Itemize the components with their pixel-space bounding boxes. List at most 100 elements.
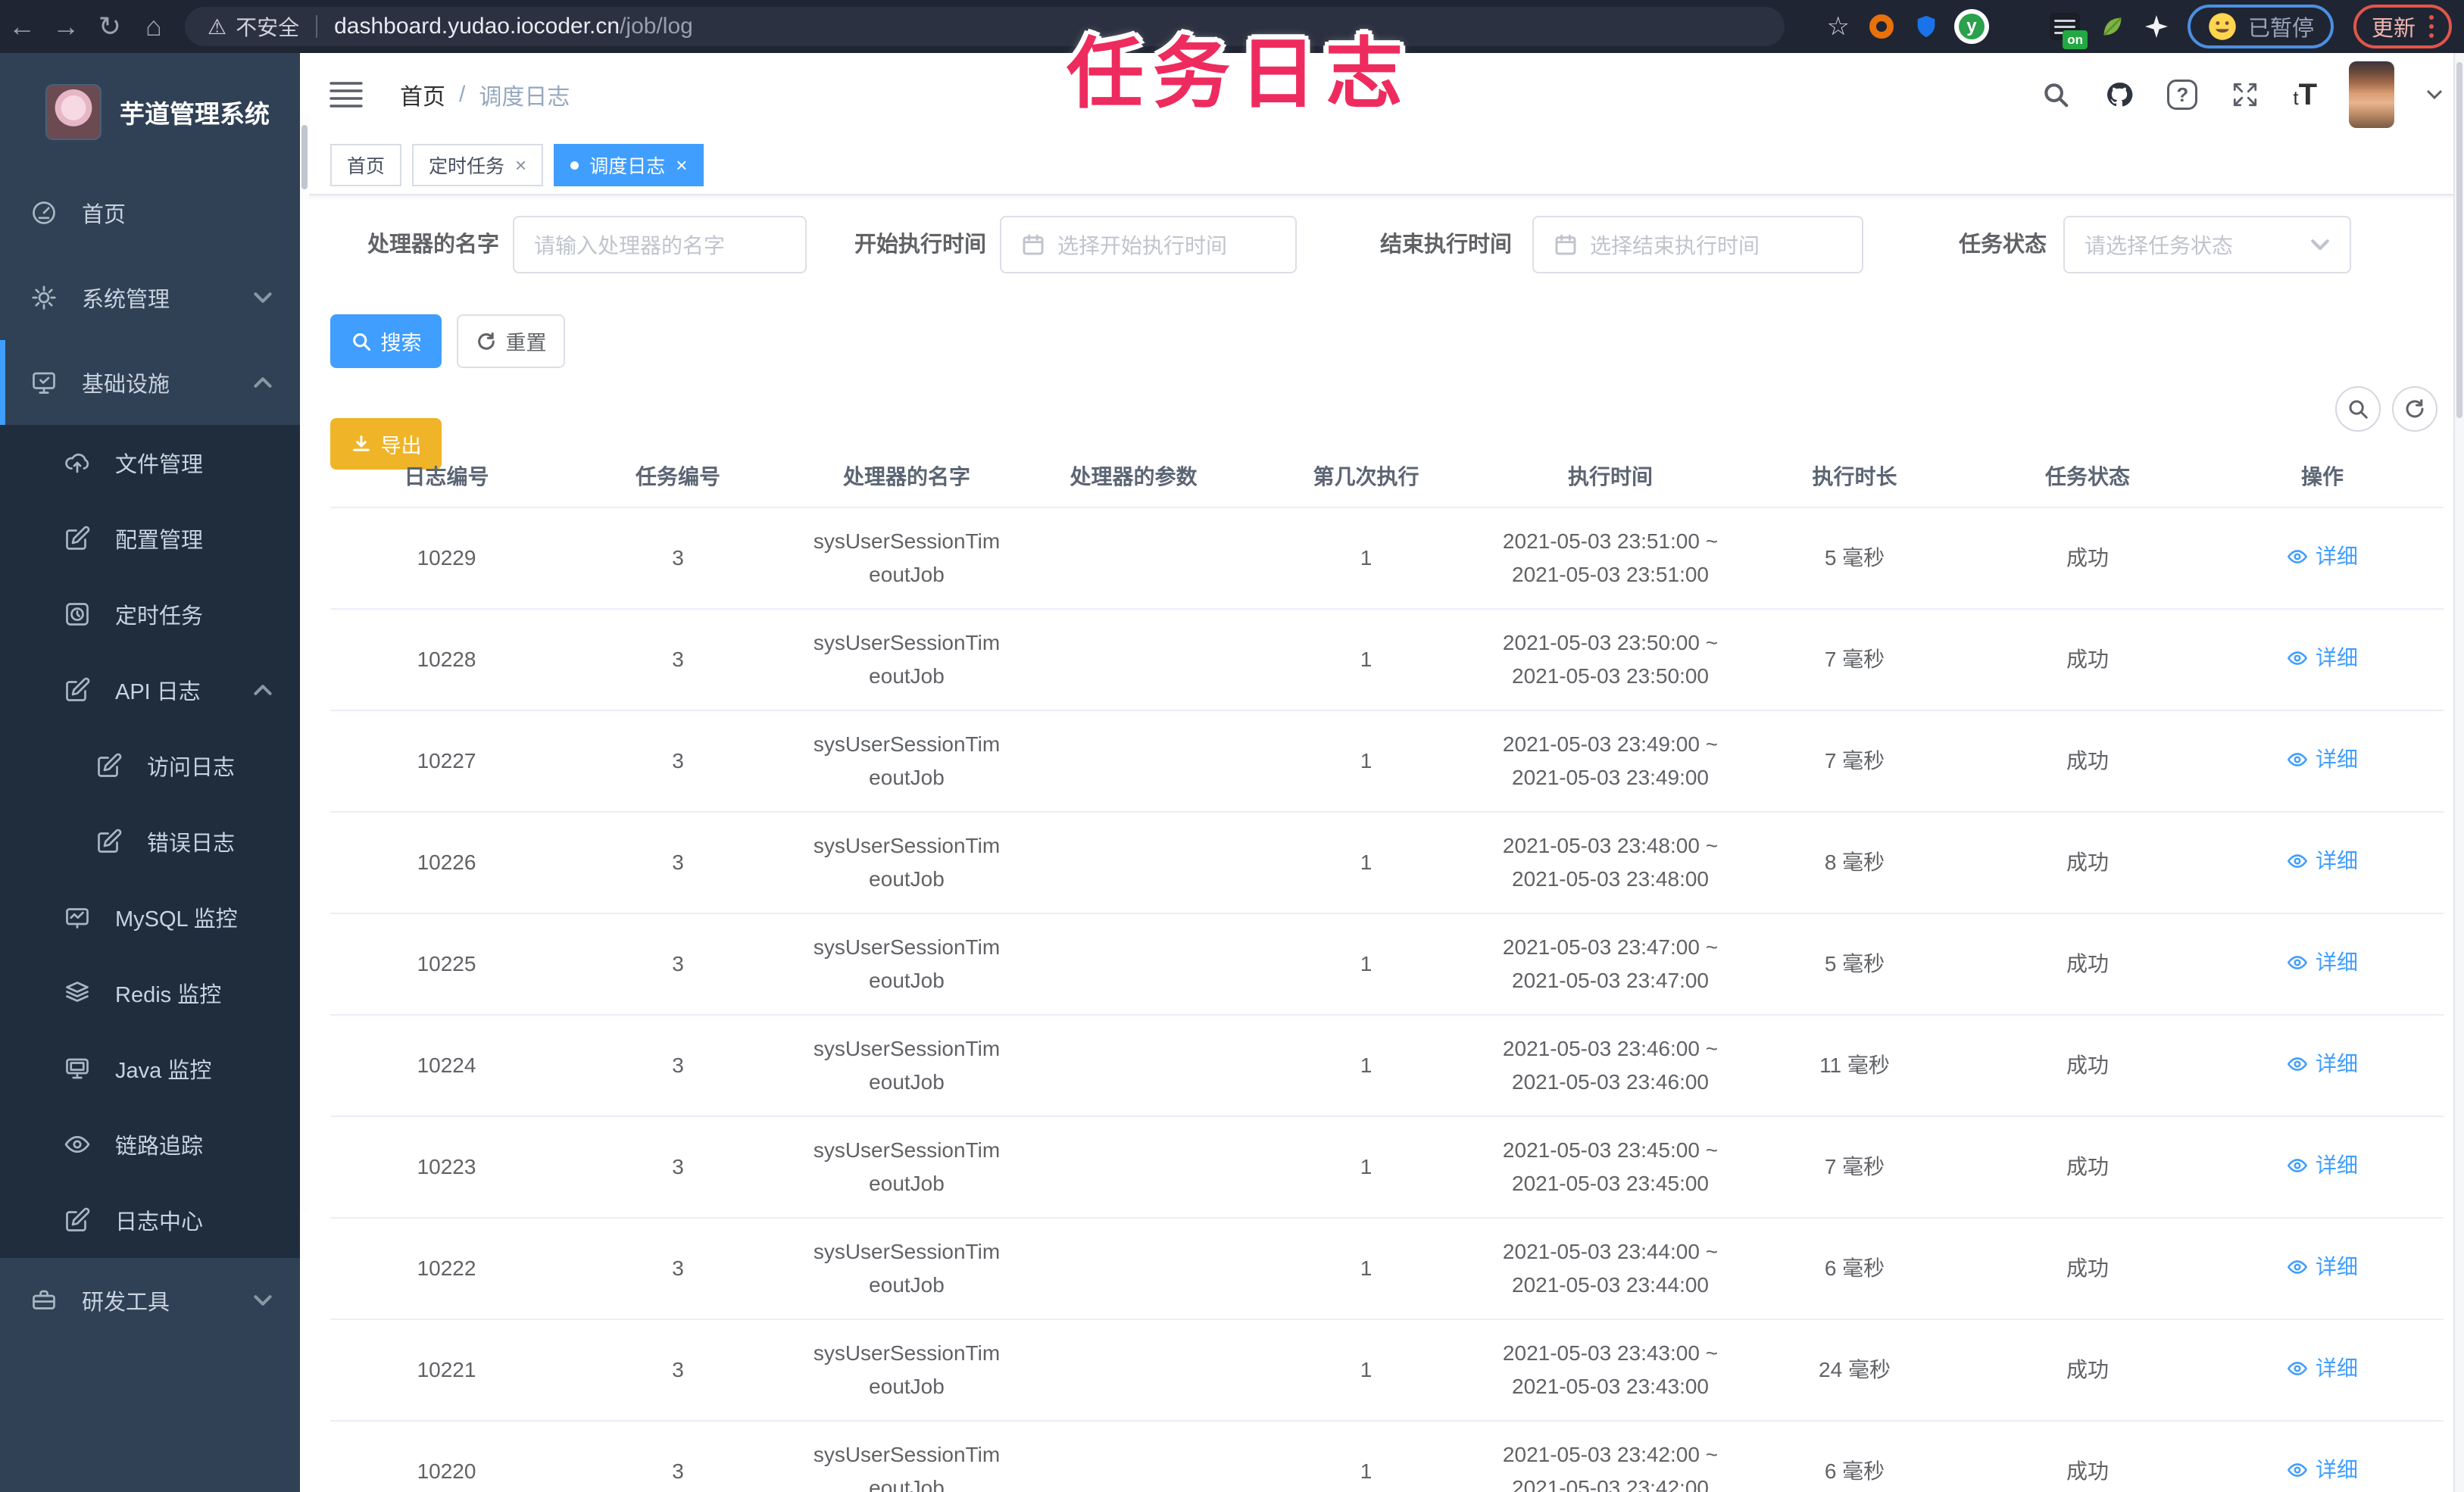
browser-home-icon[interactable]: ⌂ xyxy=(132,0,176,53)
caret-down-icon[interactable] xyxy=(2426,89,2443,100)
sidebar-item-config-management[interactable]: 配置管理 xyxy=(0,501,300,576)
search-button[interactable]: 搜索 xyxy=(330,314,442,368)
cell-job-id: 3 xyxy=(672,1155,684,1178)
reset-button-label: 重置 xyxy=(505,332,547,354)
detail-link[interactable]: 详细 xyxy=(2287,743,2358,776)
sidebar-item-label: 基础设施 xyxy=(82,373,170,397)
extension-green-icon[interactable]: y xyxy=(1958,14,1985,39)
sidebar-item-access-log[interactable]: 访问日志 xyxy=(0,728,300,804)
eye-icon xyxy=(2287,1259,2308,1274)
sidebar-item-mysql-monitor[interactable]: MySQL 监控 xyxy=(0,879,300,955)
extension-shield-icon[interactable] xyxy=(1913,13,1939,40)
end-time-picker[interactable]: 选择结束执行时间 xyxy=(1532,216,1863,273)
sidebar-item-log-center[interactable]: 日志中心 xyxy=(0,1182,300,1258)
sidebar-scrollbar[interactable] xyxy=(300,114,309,1212)
sidebar-item-tracing[interactable]: 链路追踪 xyxy=(0,1107,300,1182)
detail-link[interactable]: 详细 xyxy=(2287,1453,2358,1487)
extension-on-icon[interactable]: on xyxy=(2049,13,2088,49)
update-button[interactable]: 更新 xyxy=(2353,5,2452,48)
edit-icon xyxy=(95,752,123,779)
begin-time-picker[interactable]: 选择开始执行时间 xyxy=(1000,216,1297,273)
search-icon[interactable] xyxy=(2040,79,2072,111)
font-size-icon[interactable]: tT xyxy=(2293,78,2317,112)
job-status-select[interactable]: 请选择任务状态 xyxy=(2063,216,2351,273)
toggle-search-button[interactable] xyxy=(2335,386,2381,432)
navbar-tools: ? tT xyxy=(2040,53,2443,136)
tag-scheduled-jobs[interactable]: 定时任务 × xyxy=(412,144,544,186)
cell-status: 成功 xyxy=(2066,749,2109,773)
sidebar-item-file-management[interactable]: 文件管理 xyxy=(0,425,300,501)
eye-icon xyxy=(64,1131,91,1158)
address-bar[interactable]: ⚠ 不安全 dashboard.yudao.iocoder.cn /job/lo… xyxy=(185,7,1785,46)
app-logo-row[interactable]: 芋道管理系统 xyxy=(0,53,300,170)
sidebar-item-system[interactable]: 系统管理 xyxy=(0,255,300,340)
table-row: 10227 3 sysUserSessionTim eoutJob 1 2021-05-0… xyxy=(330,711,2444,813)
table-row: 10223 3 sysUserSessionTim eoutJob 1 2021-05-0… xyxy=(330,1117,2444,1219)
sidebar-item-scheduled-jobs[interactable]: 定时任务 xyxy=(0,576,300,652)
browser-forward-icon[interactable]: → xyxy=(44,0,88,53)
cell-execute-index: 1 xyxy=(1360,648,1373,671)
column-header: 日志编号 xyxy=(404,465,489,488)
column-header: 操作 xyxy=(2300,465,2344,488)
paused-label: 已暂停 xyxy=(2247,17,2314,41)
refresh-icon xyxy=(2406,399,2424,418)
extension-pin-icon[interactable] xyxy=(2144,15,2168,38)
tag-label: 首页 xyxy=(347,156,386,177)
refresh-table-button[interactable] xyxy=(2392,386,2437,432)
eye-icon xyxy=(2287,1057,2308,1071)
cell-actions: 详细 xyxy=(2201,1149,2444,1186)
bookmark-star-icon[interactable]: ☆ xyxy=(1826,11,1849,42)
eye-icon xyxy=(2287,1158,2308,1172)
app-logo xyxy=(45,83,101,140)
sidebar-item-java-monitor[interactable]: Java 监控 xyxy=(0,1031,300,1107)
browser-back-icon[interactable]: ← xyxy=(0,0,44,53)
handler-name-input[interactable]: 请输入处理器的名字 xyxy=(513,216,807,273)
detail-link[interactable]: 详细 xyxy=(2287,1352,2358,1385)
breadcrumb-home[interactable]: 首页 xyxy=(400,78,445,111)
page-scrollbar[interactable] xyxy=(2453,53,2464,1492)
help-icon[interactable]: ? xyxy=(2167,80,2198,110)
extension-leaf-icon[interactable] xyxy=(2100,14,2125,39)
detail-link[interactable]: 详细 xyxy=(2287,1047,2358,1081)
sidebar-item-home[interactable]: 首页 xyxy=(0,170,300,255)
extension-grid-icon[interactable] xyxy=(2004,14,2030,39)
detail-link[interactable]: 详细 xyxy=(2287,946,2358,979)
cell-status: 成功 xyxy=(2066,648,2109,671)
hamburger-icon[interactable] xyxy=(329,80,364,109)
sidebar-item-redis-monitor[interactable]: Redis 监控 xyxy=(0,955,300,1031)
sidebar-item-api-log[interactable]: API 日志 xyxy=(0,652,300,728)
cell-handler-name: sysUserSessionTim eoutJob xyxy=(813,834,1001,891)
cell-status: 成功 xyxy=(2066,952,2109,975)
tag-home[interactable]: 首页 xyxy=(330,144,402,186)
close-icon[interactable]: × xyxy=(676,154,687,177)
tags-view-bar: 首页 定时任务 × 调度日志 × xyxy=(300,136,2464,195)
cell-execute-index: 1 xyxy=(1360,1358,1373,1381)
cell-log-id: 10225 xyxy=(417,952,476,975)
detail-link[interactable]: 详细 xyxy=(2287,540,2358,573)
sidebar-item-dev-tools[interactable]: 研发工具 xyxy=(0,1258,300,1343)
cell-status: 成功 xyxy=(2066,1459,2109,1483)
close-icon[interactable]: × xyxy=(515,154,526,177)
cloud-upload-icon xyxy=(64,449,91,476)
sidebar-item-label: 研发工具 xyxy=(82,1291,170,1315)
cell-duration: 6 毫秒 xyxy=(1824,1459,1885,1483)
cell-execute-time: 2021-05-03 23:47:00 ~2021-05-03 23:47:00 xyxy=(1502,935,1719,992)
fullscreen-icon[interactable] xyxy=(2229,79,2261,111)
sidebar-item-infrastructure[interactable]: 基础设施 xyxy=(0,340,300,425)
detail-link[interactable]: 详细 xyxy=(2287,844,2358,878)
browser-menu-icon[interactable] xyxy=(2429,15,2434,38)
detail-link[interactable]: 详细 xyxy=(2287,1250,2358,1284)
begin-time-label: 开始执行时间 xyxy=(854,233,987,257)
extension-orange-icon[interactable] xyxy=(1869,14,1894,39)
user-avatar[interactable] xyxy=(2349,61,2394,128)
profile-paused-chip[interactable]: 已暂停 xyxy=(2187,5,2334,48)
detail-link[interactable]: 详细 xyxy=(2287,641,2358,675)
sidebar-item-error-log[interactable]: 错误日志 xyxy=(0,804,300,879)
browser-reload-icon[interactable]: ↻ xyxy=(88,0,132,53)
cell-status: 成功 xyxy=(2066,1358,2109,1381)
detail-link[interactable]: 详细 xyxy=(2287,1149,2358,1182)
tag-job-log-active[interactable]: 调度日志 × xyxy=(554,144,704,186)
reset-button[interactable]: 重置 xyxy=(457,314,565,368)
github-icon[interactable] xyxy=(2103,79,2135,111)
clock-icon xyxy=(64,601,91,628)
